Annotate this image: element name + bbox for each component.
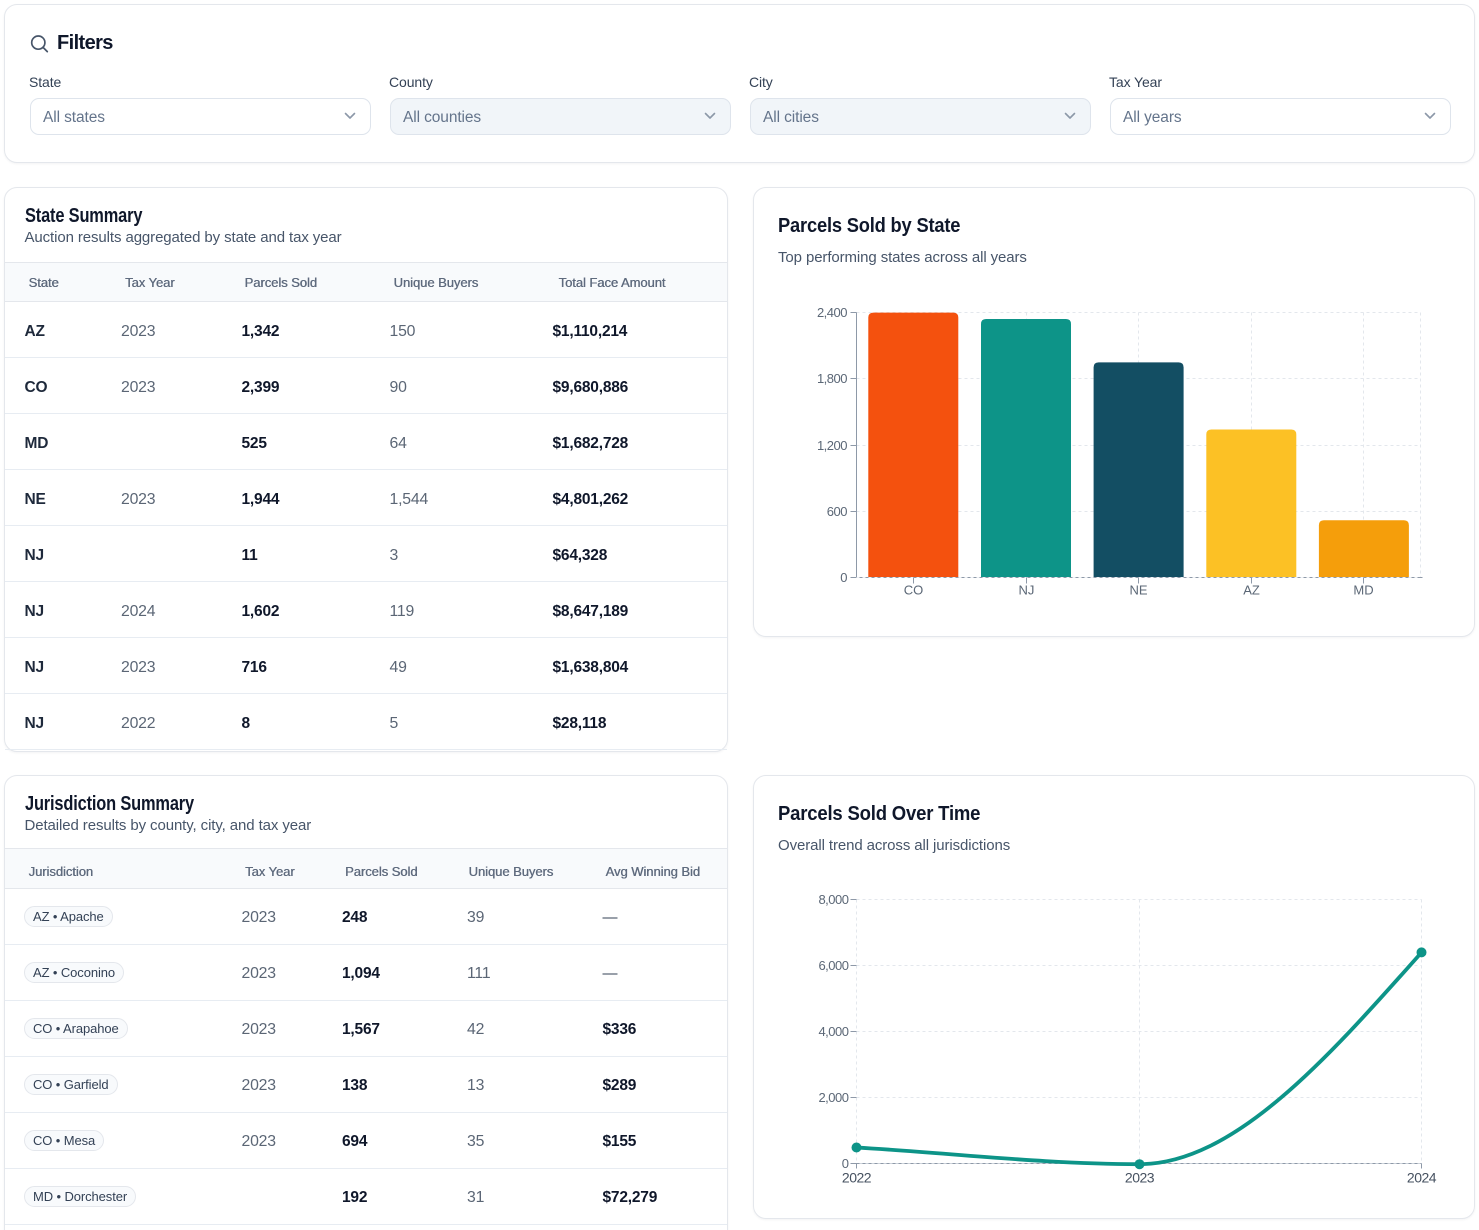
svg-text:8,000: 8,000 — [818, 892, 848, 907]
svg-text:600: 600 — [827, 504, 847, 519]
svg-text:CO: CO — [904, 583, 924, 598]
svg-text:AZ: AZ — [1243, 583, 1260, 598]
svg-text:1,200: 1,200 — [817, 438, 847, 453]
svg-text:2022: 2022 — [842, 1170, 872, 1186]
svg-text:NJ: NJ — [1019, 583, 1035, 598]
svg-text:2023: 2023 — [1125, 1170, 1155, 1186]
svg-text:0: 0 — [840, 570, 847, 585]
svg-text:6,000: 6,000 — [818, 958, 848, 973]
svg-text:2,400: 2,400 — [817, 305, 847, 320]
svg-text:2024: 2024 — [1407, 1170, 1437, 1186]
svg-text:1,800: 1,800 — [817, 371, 847, 386]
svg-text:2,000: 2,000 — [818, 1090, 848, 1105]
svg-text:MD: MD — [1353, 583, 1373, 598]
svg-text:4,000: 4,000 — [818, 1024, 848, 1039]
svg-text:NE: NE — [1129, 583, 1147, 598]
